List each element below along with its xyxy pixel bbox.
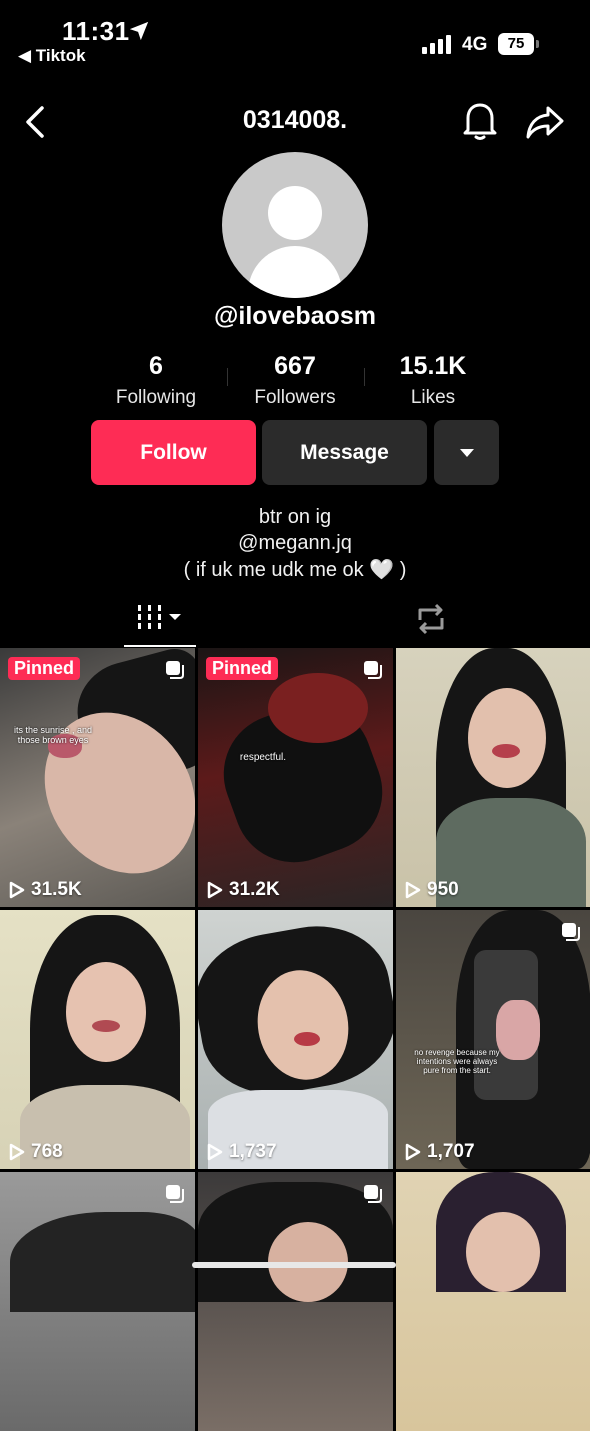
repost-icon[interactable] [412, 600, 450, 638]
multi-photo-icon [364, 661, 382, 679]
share-icon[interactable] [524, 102, 566, 142]
stat-value: 15.1K [399, 352, 467, 380]
view-count: 31.5K [31, 879, 82, 900]
multi-photo-icon [166, 1185, 184, 1203]
view-count: 768 [31, 1141, 63, 1162]
bio-line: ( if uk me udk me ok 🤍 ) [183, 559, 407, 581]
chevron-down-icon [459, 448, 474, 457]
avatar[interactable] [222, 152, 368, 298]
video-thumbnail[interactable] [396, 1172, 590, 1431]
network-type: 4G [462, 34, 488, 55]
bio-link: @megann.jq [238, 532, 352, 554]
stat-label: Followers [254, 387, 336, 408]
location-arrow-icon [129, 21, 149, 41]
page-title: 0314008. [242, 106, 348, 134]
video-thumbnail[interactable]: 950 [396, 648, 590, 907]
cellular-signal-icon [422, 35, 451, 54]
video-caption: its the sunrise , and those brown eyes [13, 725, 93, 745]
battery-level: 75 [498, 33, 534, 55]
video-caption: respectful. [239, 752, 287, 763]
play-icon [405, 1143, 421, 1161]
message-button[interactable]: Message [262, 420, 427, 485]
play-icon [9, 1143, 25, 1161]
active-tab-indicator [124, 645, 196, 647]
battery-icon: 75 [498, 33, 540, 55]
video-thumbnail[interactable] [198, 1172, 393, 1431]
video-thumbnail[interactable]: 768 [0, 910, 195, 1169]
stat-label: Following [115, 387, 197, 408]
video-thumbnail[interactable] [0, 1172, 195, 1431]
multi-photo-icon [562, 923, 580, 941]
video-thumbnail[interactable]: no revenge because my intentions were al… [396, 910, 590, 1169]
multi-photo-icon [166, 661, 184, 679]
pinned-badge: Pinned [206, 657, 279, 680]
stat-followers[interactable]: 667 Followers [215, 352, 375, 409]
back-to-app-link[interactable]: ◀ Tiktok [18, 46, 86, 66]
bio-line: btr on ig [258, 506, 332, 528]
status-time: 11:31 [62, 16, 130, 46]
pinned-badge: Pinned [8, 657, 81, 680]
video-thumbnail[interactable]: 1,737 [198, 910, 393, 1169]
more-options-button[interactable] [434, 420, 499, 485]
view-count: 1,737 [229, 1141, 277, 1162]
follow-button[interactable]: Follow [91, 420, 256, 485]
view-count: 31.2K [229, 879, 280, 900]
video-thumbnail[interactable]: respectful. Pinned 31.2K [198, 648, 393, 907]
view-count: 950 [427, 879, 459, 900]
stat-label: Likes [410, 387, 456, 408]
play-icon [9, 881, 25, 899]
play-icon [207, 881, 223, 899]
stat-following[interactable]: 6 Following [76, 352, 236, 409]
videos-grid-icon[interactable] [124, 597, 196, 645]
multi-photo-icon [364, 1185, 382, 1203]
stat-likes[interactable]: 15.1K Likes [353, 352, 513, 409]
play-icon [207, 1143, 223, 1161]
username-handle: @ilovebaosm [214, 302, 376, 330]
view-count: 1,707 [427, 1141, 475, 1162]
video-thumbnail[interactable]: its the sunrise , and those brown eyes P… [0, 648, 195, 907]
notification-bell-icon[interactable] [460, 100, 500, 142]
play-icon [405, 881, 421, 899]
stat-value: 6 [149, 352, 163, 380]
home-indicator[interactable] [192, 1262, 396, 1268]
stat-value: 667 [274, 352, 316, 380]
video-caption: no revenge because my intentions were al… [414, 1048, 500, 1075]
